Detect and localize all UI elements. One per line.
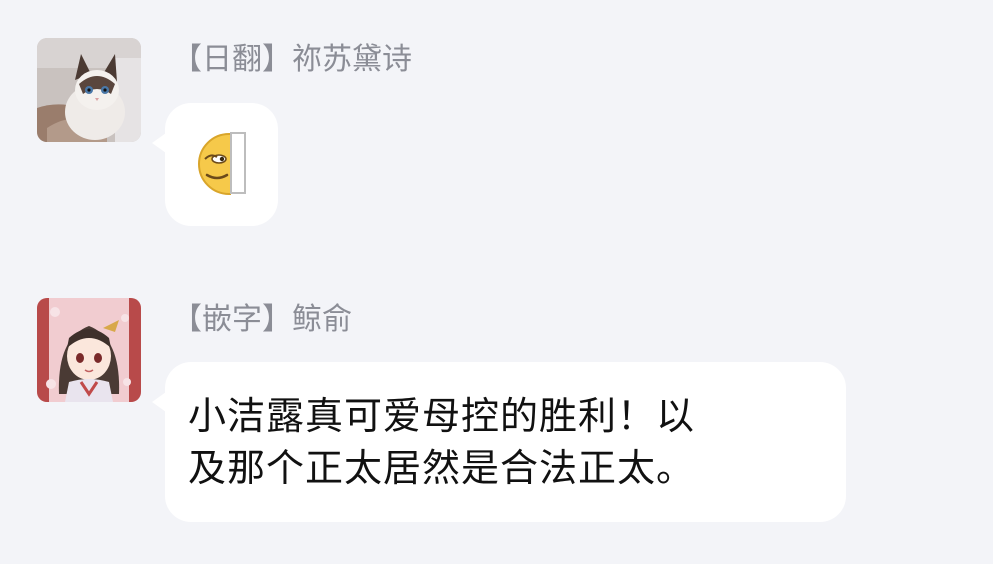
message-text-line: 及那个正太居然是合法正太。 (188, 446, 696, 490)
message-bubble-text[interactable]: 小洁露真可爱母控的胜利！以 及那个正太居然是合法正太。 (152, 362, 846, 522)
sender-avatar-cat[interactable] (37, 38, 141, 142)
cat-avatar-icon (37, 38, 141, 142)
bubble-tail (152, 392, 166, 412)
sender-name: 【嵌字】鲸俞 (172, 302, 352, 337)
peeking-face-emoji-icon (198, 132, 246, 195)
sender-name: 【日翻】祢苏黛诗 (172, 42, 412, 77)
bubble-tail (152, 133, 166, 153)
sender-avatar-anime[interactable] (37, 298, 141, 402)
message-bubble-emoji[interactable] (152, 103, 278, 226)
message-text-line: 小洁露真可爱母控的胜利！以 (188, 394, 696, 438)
anime-girl-avatar-icon (37, 298, 141, 402)
